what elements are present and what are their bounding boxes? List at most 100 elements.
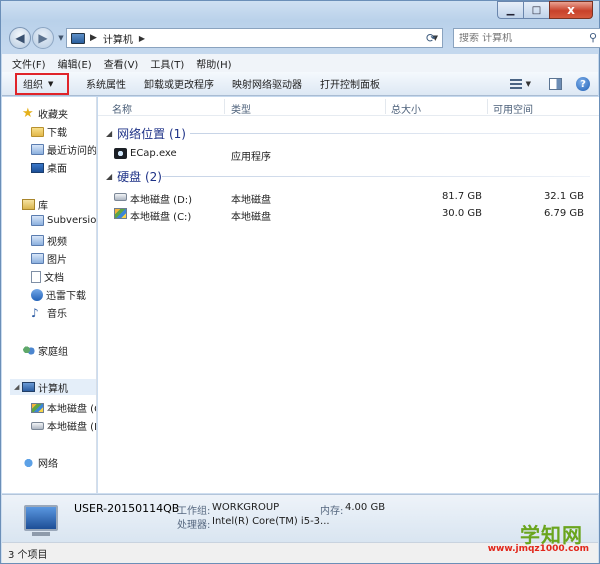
expand-triangle-icon[interactable]: ◢ bbox=[14, 383, 19, 391]
navigation-bar: ◀ ▶ ▼ ▶ 计算机 ▶ ▼ ⟳ ⚲ bbox=[9, 25, 600, 51]
uninstall-program-button[interactable]: 卸载或更改程序 bbox=[144, 76, 214, 91]
menu-bar: 文件(F) 编辑(E) 查看(V) 工具(T) 帮助(H) bbox=[2, 54, 598, 72]
explorer-window: ▁ □ x ◀ ▶ ▼ ▶ 计算机 ▶ ▼ ⟳ ⚲ 文件(F) 编辑(E) 查看… bbox=[0, 0, 600, 564]
homegroup-icon bbox=[22, 344, 35, 357]
group-header-hard-disks[interactable]: ◢ 硬盘 (2) bbox=[106, 168, 162, 185]
video-icon bbox=[31, 235, 44, 246]
minimize-button[interactable]: ▁ bbox=[497, 1, 523, 19]
sidebar-item-documents[interactable]: 文档 bbox=[31, 269, 64, 284]
sidebar-item-downloads[interactable]: 下载 bbox=[31, 124, 67, 139]
list-item[interactable]: ECap.exe 应用程序 bbox=[112, 146, 599, 163]
downloads-folder-icon bbox=[31, 126, 44, 137]
collapse-triangle-icon[interactable]: ◢ bbox=[106, 172, 112, 181]
search-icon[interactable]: ⚲ bbox=[589, 31, 597, 44]
sidebar-item-drive-d[interactable]: 本地磁盘 (D bbox=[31, 418, 97, 433]
sidebar-item-recent[interactable]: 最近访问的 bbox=[31, 142, 96, 157]
column-header-type[interactable]: 类型 bbox=[231, 101, 251, 116]
sidebar-item-thunder-downloads[interactable]: 迅雷下载 bbox=[31, 287, 86, 302]
sidebar-network[interactable]: 网络 bbox=[22, 455, 58, 470]
menu-view[interactable]: 查看(V) bbox=[104, 56, 139, 71]
forward-button[interactable]: ▶ bbox=[32, 27, 54, 49]
command-bar: 组织 ▼ 系统属性 卸载或更改程序 映射网络驱动器 打开控制面板 ▼ ? bbox=[2, 72, 598, 96]
sidebar-computer[interactable]: ◢ 计算机 bbox=[10, 379, 96, 395]
forward-arrow-icon: ▶ bbox=[38, 31, 48, 45]
drive-type: 本地磁盘 bbox=[231, 195, 271, 206]
item-count: 3 个项目 bbox=[8, 549, 48, 561]
group-header-network-locations[interactable]: ◢ 网络位置 (1) bbox=[106, 125, 186, 142]
sidebar-item-subversion[interactable]: Subversion bbox=[31, 215, 97, 226]
subversion-library-icon bbox=[31, 215, 44, 226]
back-button[interactable]: ◀ bbox=[9, 27, 31, 49]
refresh-button[interactable]: ⟳ bbox=[420, 28, 442, 48]
organize-button[interactable]: 组织 ▼ bbox=[15, 72, 69, 95]
menu-edit[interactable]: 编辑(E) bbox=[58, 56, 92, 71]
memory-label: 内存: bbox=[320, 506, 344, 517]
picture-icon bbox=[31, 253, 44, 264]
window-controls: ▁ □ x bbox=[497, 1, 593, 19]
music-note-icon: ♪ bbox=[31, 305, 39, 320]
sidebar-label: 音乐 bbox=[47, 309, 67, 320]
menu-tools[interactable]: 工具(T) bbox=[150, 56, 184, 71]
column-headers: 名称 类型 总大小 可用空间 bbox=[98, 97, 599, 116]
search-box[interactable]: ⚲ bbox=[453, 28, 600, 48]
group-divider bbox=[190, 133, 590, 134]
maximize-button[interactable]: □ bbox=[523, 1, 549, 19]
view-dropdown-icon[interactable]: ▼ bbox=[526, 80, 531, 88]
sidebar-item-videos[interactable]: 视频 bbox=[31, 233, 67, 248]
sidebar-label: 下载 bbox=[47, 128, 67, 139]
menu-help[interactable]: 帮助(H) bbox=[196, 56, 231, 71]
item-name: ECap.exe bbox=[130, 148, 177, 159]
drive-free-space: 32.1 GB bbox=[543, 191, 584, 202]
collapse-triangle-icon[interactable]: ◢ bbox=[106, 129, 112, 138]
sidebar-item-desktop[interactable]: 桌面 bbox=[31, 160, 67, 175]
workgroup-value: WORKGROUP bbox=[212, 502, 280, 513]
sidebar-homegroup[interactable]: 家庭组 bbox=[22, 343, 68, 358]
breadcrumb-computer[interactable]: 计算机 bbox=[103, 31, 133, 46]
drive-total-size: 81.7 GB bbox=[441, 191, 482, 202]
map-network-drive-button[interactable]: 映射网络驱动器 bbox=[232, 76, 302, 91]
table-row[interactable]: 本地磁盘 (C:) 本地磁盘 30.0 GB 6.79 GB bbox=[112, 206, 599, 223]
thunder-download-icon bbox=[31, 288, 43, 301]
sidebar-label: 本地磁盘 (D bbox=[47, 422, 97, 433]
drive-name: 本地磁盘 (C:) bbox=[130, 212, 192, 223]
sidebar-favorites[interactable]: ★ 收藏夹 bbox=[22, 105, 68, 122]
close-button[interactable]: x bbox=[549, 1, 593, 19]
preview-pane-icon[interactable] bbox=[549, 78, 562, 90]
network-icon bbox=[22, 456, 35, 469]
close-icon: x bbox=[567, 3, 575, 17]
column-divider[interactable] bbox=[487, 99, 488, 114]
sidebar-label: Subversion bbox=[47, 215, 97, 226]
sidebar-label: 网络 bbox=[38, 459, 58, 470]
help-icon[interactable]: ? bbox=[576, 77, 590, 91]
column-header-total-size[interactable]: 总大小 bbox=[391, 101, 421, 116]
system-properties-button[interactable]: 系统属性 bbox=[86, 76, 126, 91]
table-row[interactable]: 本地磁盘 (D:) 本地磁盘 81.7 GB 32.1 GB bbox=[112, 189, 599, 206]
open-control-panel-button[interactable]: 打开控制面板 bbox=[320, 76, 380, 91]
desktop-icon bbox=[31, 162, 44, 173]
application-icon bbox=[114, 148, 127, 159]
computer-icon bbox=[71, 32, 85, 44]
library-icon bbox=[22, 199, 35, 210]
sidebar-item-pictures[interactable]: 图片 bbox=[31, 251, 67, 266]
drive-name: 本地磁盘 (D:) bbox=[130, 195, 193, 206]
computer-name: USER-20150114QB bbox=[74, 502, 180, 515]
sidebar-label: 库 bbox=[38, 201, 48, 212]
chevron-right-icon[interactable]: ▶ bbox=[90, 33, 97, 43]
refresh-icon: ⟳ bbox=[425, 31, 437, 45]
column-header-name[interactable]: 名称 bbox=[112, 101, 132, 116]
sidebar-libraries[interactable]: 库 bbox=[22, 197, 48, 212]
address-bar[interactable]: ▶ 计算机 ▶ ▼ bbox=[66, 28, 443, 48]
column-header-free-space[interactable]: 可用空间 bbox=[493, 101, 533, 116]
chevron-right-icon[interactable]: ▶ bbox=[139, 34, 145, 43]
search-input[interactable] bbox=[459, 32, 579, 44]
column-divider[interactable] bbox=[385, 99, 386, 114]
view-details-icon[interactable] bbox=[509, 78, 522, 90]
sidebar-item-music[interactable]: ♪ 音乐 bbox=[31, 305, 67, 321]
column-divider[interactable] bbox=[224, 99, 225, 114]
sidebar-item-drive-c[interactable]: 本地磁盘 (C bbox=[31, 400, 96, 415]
sidebar-label: 文档 bbox=[44, 273, 64, 284]
star-icon: ★ bbox=[22, 105, 34, 121]
menu-file[interactable]: 文件(F) bbox=[12, 56, 46, 71]
minimize-icon: ▁ bbox=[506, 4, 515, 16]
recent-places-icon bbox=[31, 144, 44, 155]
